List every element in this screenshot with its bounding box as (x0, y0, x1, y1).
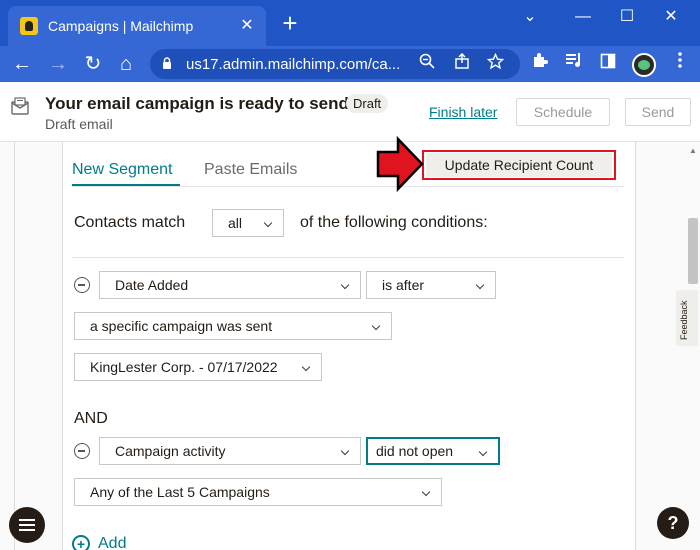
hamburger-icon (19, 529, 35, 531)
condition1-operator-value: is after (382, 277, 425, 293)
condition1-field-select[interactable]: Date Added (99, 271, 361, 299)
address-bar[interactable]: us17.admin.mailchimp.com/ca... (150, 49, 520, 79)
scroll-up-arrow-icon[interactable]: ▲ (688, 146, 698, 156)
chevron-down-icon (301, 362, 311, 372)
segment-editor-area: New Segment Paste Emails Update Recipien… (0, 142, 700, 550)
condition1-campaign-value: KingLester Corp. - 07/17/2022 (90, 359, 278, 375)
condition1-mode-value: a specific campaign was sent (90, 318, 273, 334)
browser-tab[interactable]: Campaigns | Mailchimp ✕ (8, 6, 266, 46)
section-divider (72, 257, 624, 258)
contacts-match-label: Contacts match (74, 214, 186, 231)
tab-new-segment[interactable]: New Segment (72, 161, 173, 179)
tab-paste-emails[interactable]: Paste Emails (204, 161, 297, 179)
match-select-value: all (228, 215, 243, 231)
and-label: AND (74, 410, 108, 427)
update-recipient-count-highlight: Update Recipient Count (422, 150, 616, 180)
close-window-button[interactable]: ✕ (656, 6, 686, 28)
send-button[interactable]: Send (625, 98, 691, 126)
tab-title: Campaigns | Mailchimp (48, 18, 194, 34)
mailchimp-favicon-icon (20, 17, 38, 35)
conditions-suffix-label: of the following conditions: (300, 214, 488, 231)
condition1-operator-select[interactable]: is after (366, 271, 496, 299)
media-control-icon[interactable] (561, 51, 587, 77)
finish-later-link[interactable]: Finish later (429, 104, 497, 120)
extensions-puzzle-icon[interactable] (527, 51, 553, 77)
browser-menu-icon[interactable] (667, 51, 693, 77)
chevron-down-icon (340, 280, 350, 290)
minimize-button[interactable]: — (568, 6, 598, 28)
chevron-down-icon (371, 321, 381, 331)
envelope-icon (11, 97, 29, 115)
browser-toolbar: ← → ↻ ⌂ us17.admin.mailchimp.com/ca... (0, 46, 700, 82)
side-panel-icon[interactable] (595, 51, 621, 77)
draft-badge: Draft (346, 94, 389, 113)
condition1-campaign-select[interactable]: KingLester Corp. - 07/17/2022 (74, 353, 322, 381)
banner-title: Your email campaign is ready to send! (45, 94, 355, 113)
url-text: us17.admin.mailchimp.com/ca... (186, 56, 401, 73)
condition2-range-value: Any of the Last 5 Campaigns (90, 484, 270, 500)
condition2-field-select[interactable]: Campaign activity (99, 437, 361, 465)
chevron-down-icon (478, 447, 488, 457)
update-recipient-count-button[interactable]: Update Recipient Count (426, 153, 612, 177)
forward-button[interactable]: → (45, 51, 71, 77)
chevron-down-icon (475, 280, 485, 290)
condition1-mode-select[interactable]: a specific campaign was sent (74, 312, 392, 340)
schedule-button[interactable]: Schedule (516, 98, 610, 126)
tab-search-icon[interactable]: ⌄ (515, 6, 545, 28)
remove-condition-icon[interactable] (74, 443, 90, 459)
menu-fab-button[interactable] (9, 507, 45, 543)
left-divider (14, 142, 15, 550)
segment-panel: New Segment Paste Emails Update Recipien… (62, 142, 636, 550)
campaign-status-banner: Your email campaign is ready to send! Dr… (0, 82, 700, 142)
back-button[interactable]: ← (9, 51, 35, 77)
browser-tab-strip: Campaigns | Mailchimp ✕ + ⌄ — ☐ ✕ (0, 0, 700, 46)
red-arrow-annotation-icon (376, 136, 424, 192)
condition2-range-select[interactable]: Any of the Last 5 Campaigns (74, 478, 442, 506)
hamburger-icon (19, 524, 35, 526)
hamburger-icon (19, 519, 35, 521)
remove-condition-icon[interactable] (74, 277, 90, 293)
condition2-operator-select[interactable]: did not open (366, 437, 500, 465)
zoom-icon[interactable] (416, 53, 438, 75)
tabs-divider (72, 186, 624, 187)
chevron-down-icon (263, 218, 273, 228)
scrollbar-thumb[interactable] (688, 218, 698, 284)
feedback-tab[interactable]: Feedback (676, 290, 698, 346)
chevron-down-icon (340, 446, 350, 456)
bookmark-star-icon[interactable] (484, 52, 506, 75)
condition1-field-value: Date Added (115, 277, 189, 293)
tab-close-icon[interactable]: ✕ (236, 15, 258, 37)
add-condition-link[interactable]: Add (98, 535, 126, 550)
condition2-operator-value: did not open (376, 443, 454, 459)
match-select[interactable]: all (212, 209, 284, 237)
maximize-button[interactable]: ☐ (612, 6, 642, 28)
banner-subtitle: Draft email (45, 116, 113, 132)
home-button[interactable]: ⌂ (113, 51, 139, 77)
profile-avatar[interactable] (632, 53, 656, 77)
lock-icon (163, 57, 171, 69)
feedback-label: Feedback (679, 300, 689, 340)
chevron-down-icon (421, 487, 431, 497)
share-icon[interactable] (451, 52, 473, 75)
condition2-field-value: Campaign activity (115, 443, 226, 459)
reload-button[interactable]: ↻ (80, 51, 106, 77)
help-button[interactable]: ? (657, 507, 689, 539)
add-condition-icon[interactable]: + (72, 535, 90, 550)
new-tab-button[interactable]: + (278, 10, 302, 36)
